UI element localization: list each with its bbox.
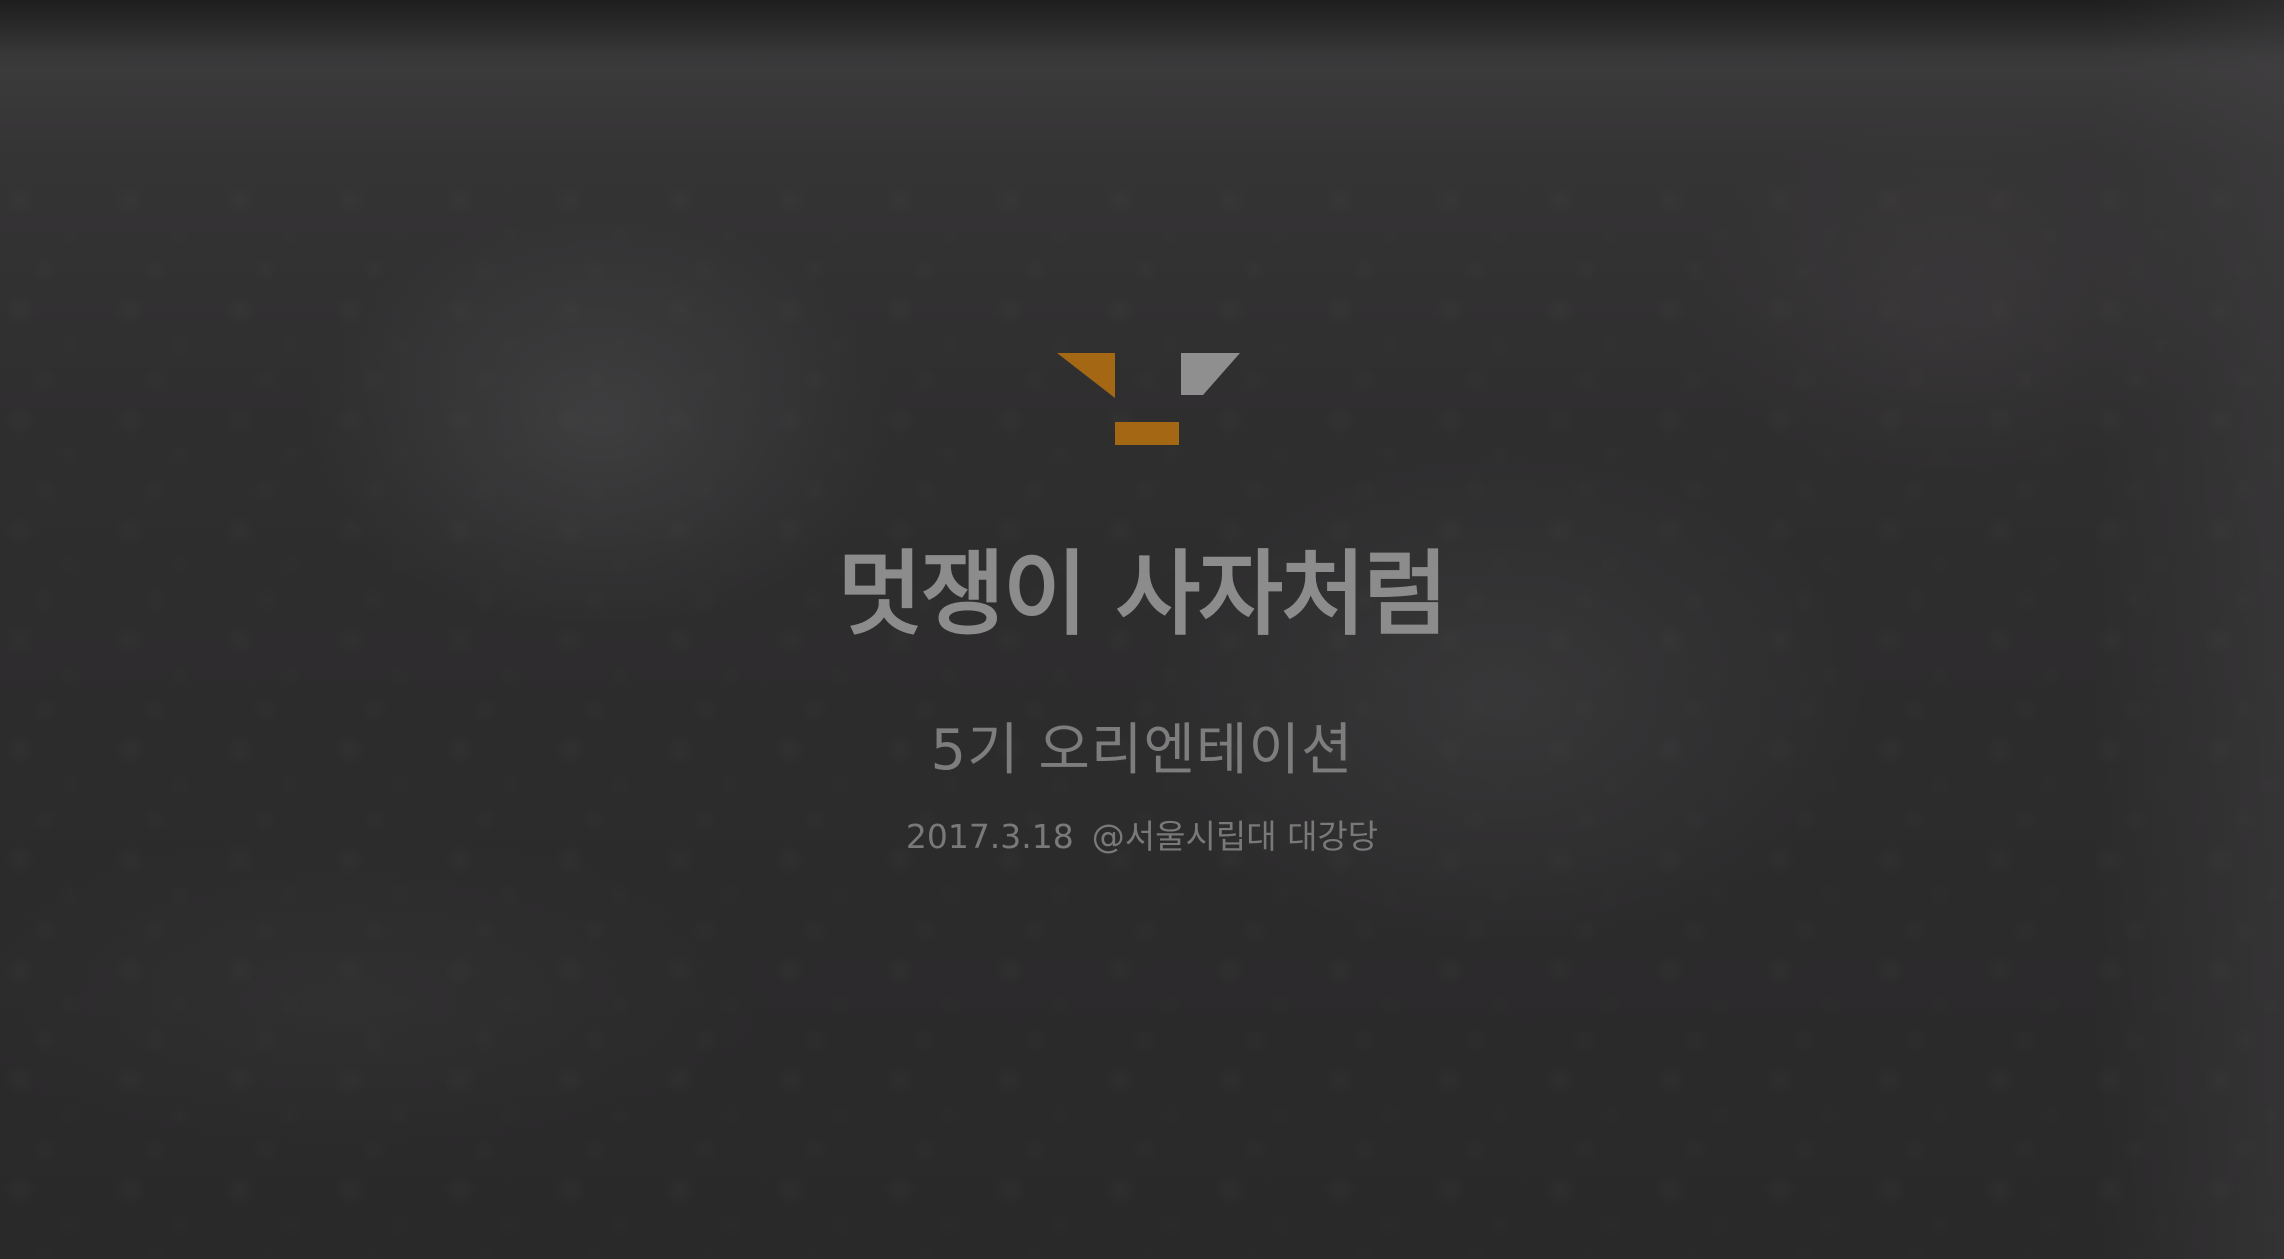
slide-canvas: 멋쟁이 사자처럼 5기 오리엔테이션 2017.3.18 @서울시립대 대강당 [0,0,2284,1259]
event-date: 2017.3.18 [905,817,1074,856]
slide-content: 멋쟁이 사자처럼 5기 오리엔테이션 2017.3.18 @서울시립대 대강당 [0,0,2284,1259]
likelion-logo-icon [1057,353,1240,445]
slide-title: 멋쟁이 사자처럼 [837,541,1449,648]
logo-orange-shape [1057,353,1179,445]
slide-subtitle: 5기 오리엔테이션 [930,718,1354,783]
event-venue: @서울시립대 대강당 [1091,817,1379,856]
logo-gray-shape [1181,353,1240,395]
event-info: 2017.3.18 @서울시립대 대강당 [0,815,2284,859]
